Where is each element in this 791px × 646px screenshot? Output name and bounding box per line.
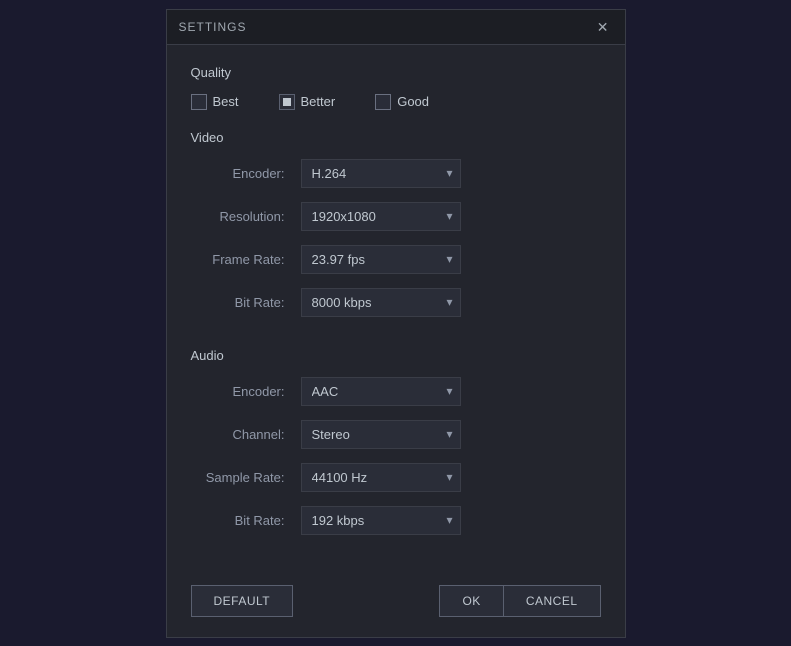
audio-encoder-row: Encoder: AAC MP3 FLAC: [191, 377, 601, 406]
video-bitrate-label: Bit Rate:: [191, 295, 301, 310]
video-framerate-label: Frame Rate:: [191, 252, 301, 267]
quality-good-checkbox[interactable]: [375, 94, 391, 110]
audio-channel-row: Channel: Stereo Mono 5.1: [191, 420, 601, 449]
audio-samplerate-wrapper: 44100 Hz 48000 Hz 22050 Hz: [301, 463, 461, 492]
audio-channel-wrapper: Stereo Mono 5.1: [301, 420, 461, 449]
quality-better-checkbox[interactable]: [279, 94, 295, 110]
audio-bitrate-select[interactable]: 192 kbps 128 kbps 320 kbps: [301, 506, 461, 535]
audio-samplerate-row: Sample Rate: 44100 Hz 48000 Hz 22050 Hz: [191, 463, 601, 492]
quality-good-option[interactable]: Good: [375, 94, 429, 110]
video-bitrate-row: Bit Rate: 8000 kbps 4000 kbps 16000 kbps: [191, 288, 601, 317]
quality-group: Best Better Good: [191, 94, 601, 110]
video-resolution-label: Resolution:: [191, 209, 301, 224]
video-encoder-wrapper: H.264 H.265 VP9: [301, 159, 461, 188]
video-framerate-row: Frame Rate: 23.97 fps 24 fps 29.97 fps 3…: [191, 245, 601, 274]
default-button[interactable]: DEFAULT: [191, 585, 294, 617]
audio-samplerate-label: Sample Rate:: [191, 470, 301, 485]
video-encoder-select[interactable]: H.264 H.265 VP9: [301, 159, 461, 188]
audio-channel-label: Channel:: [191, 427, 301, 442]
audio-channel-select[interactable]: Stereo Mono 5.1: [301, 420, 461, 449]
section-divider: [191, 331, 601, 332]
audio-bitrate-label: Bit Rate:: [191, 513, 301, 528]
confirm-buttons: OK CANCEL: [439, 585, 600, 617]
quality-better-label: Better: [301, 94, 336, 109]
quality-better-option[interactable]: Better: [279, 94, 336, 110]
video-resolution-row: Resolution: 1920x1080 1280x720 3840x2160: [191, 202, 601, 231]
video-resolution-wrapper: 1920x1080 1280x720 3840x2160: [301, 202, 461, 231]
quality-best-checkbox[interactable]: [191, 94, 207, 110]
audio-samplerate-select[interactable]: 44100 Hz 48000 Hz 22050 Hz: [301, 463, 461, 492]
dialog-footer: DEFAULT OK CANCEL: [167, 569, 625, 637]
quality-best-label: Best: [213, 94, 239, 109]
close-button[interactable]: ✕: [593, 18, 613, 36]
video-framerate-wrapper: 23.97 fps 24 fps 29.97 fps 30 fps 60 fps: [301, 245, 461, 274]
quality-best-option[interactable]: Best: [191, 94, 239, 110]
audio-label: Audio: [191, 348, 601, 363]
dialog-content: Quality Best Better Good Video Encoder: …: [167, 45, 625, 569]
video-bitrate-wrapper: 8000 kbps 4000 kbps 16000 kbps: [301, 288, 461, 317]
audio-bitrate-row: Bit Rate: 192 kbps 128 kbps 320 kbps: [191, 506, 601, 535]
settings-dialog: SETTINGS ✕ Quality Best Better Good Vide…: [166, 9, 626, 638]
cancel-button[interactable]: CANCEL: [504, 585, 601, 617]
quality-label: Quality: [191, 65, 601, 80]
video-resolution-select[interactable]: 1920x1080 1280x720 3840x2160: [301, 202, 461, 231]
video-framerate-select[interactable]: 23.97 fps 24 fps 29.97 fps 30 fps 60 fps: [301, 245, 461, 274]
ok-button[interactable]: OK: [439, 585, 503, 617]
audio-encoder-select[interactable]: AAC MP3 FLAC: [301, 377, 461, 406]
titlebar: SETTINGS ✕: [167, 10, 625, 45]
video-encoder-label: Encoder:: [191, 166, 301, 181]
audio-bitrate-wrapper: 192 kbps 128 kbps 320 kbps: [301, 506, 461, 535]
video-label: Video: [191, 130, 601, 145]
video-bitrate-select[interactable]: 8000 kbps 4000 kbps 16000 kbps: [301, 288, 461, 317]
video-encoder-row: Encoder: H.264 H.265 VP9: [191, 159, 601, 188]
audio-encoder-wrapper: AAC MP3 FLAC: [301, 377, 461, 406]
dialog-title: SETTINGS: [179, 20, 247, 34]
quality-good-label: Good: [397, 94, 429, 109]
audio-encoder-label: Encoder:: [191, 384, 301, 399]
